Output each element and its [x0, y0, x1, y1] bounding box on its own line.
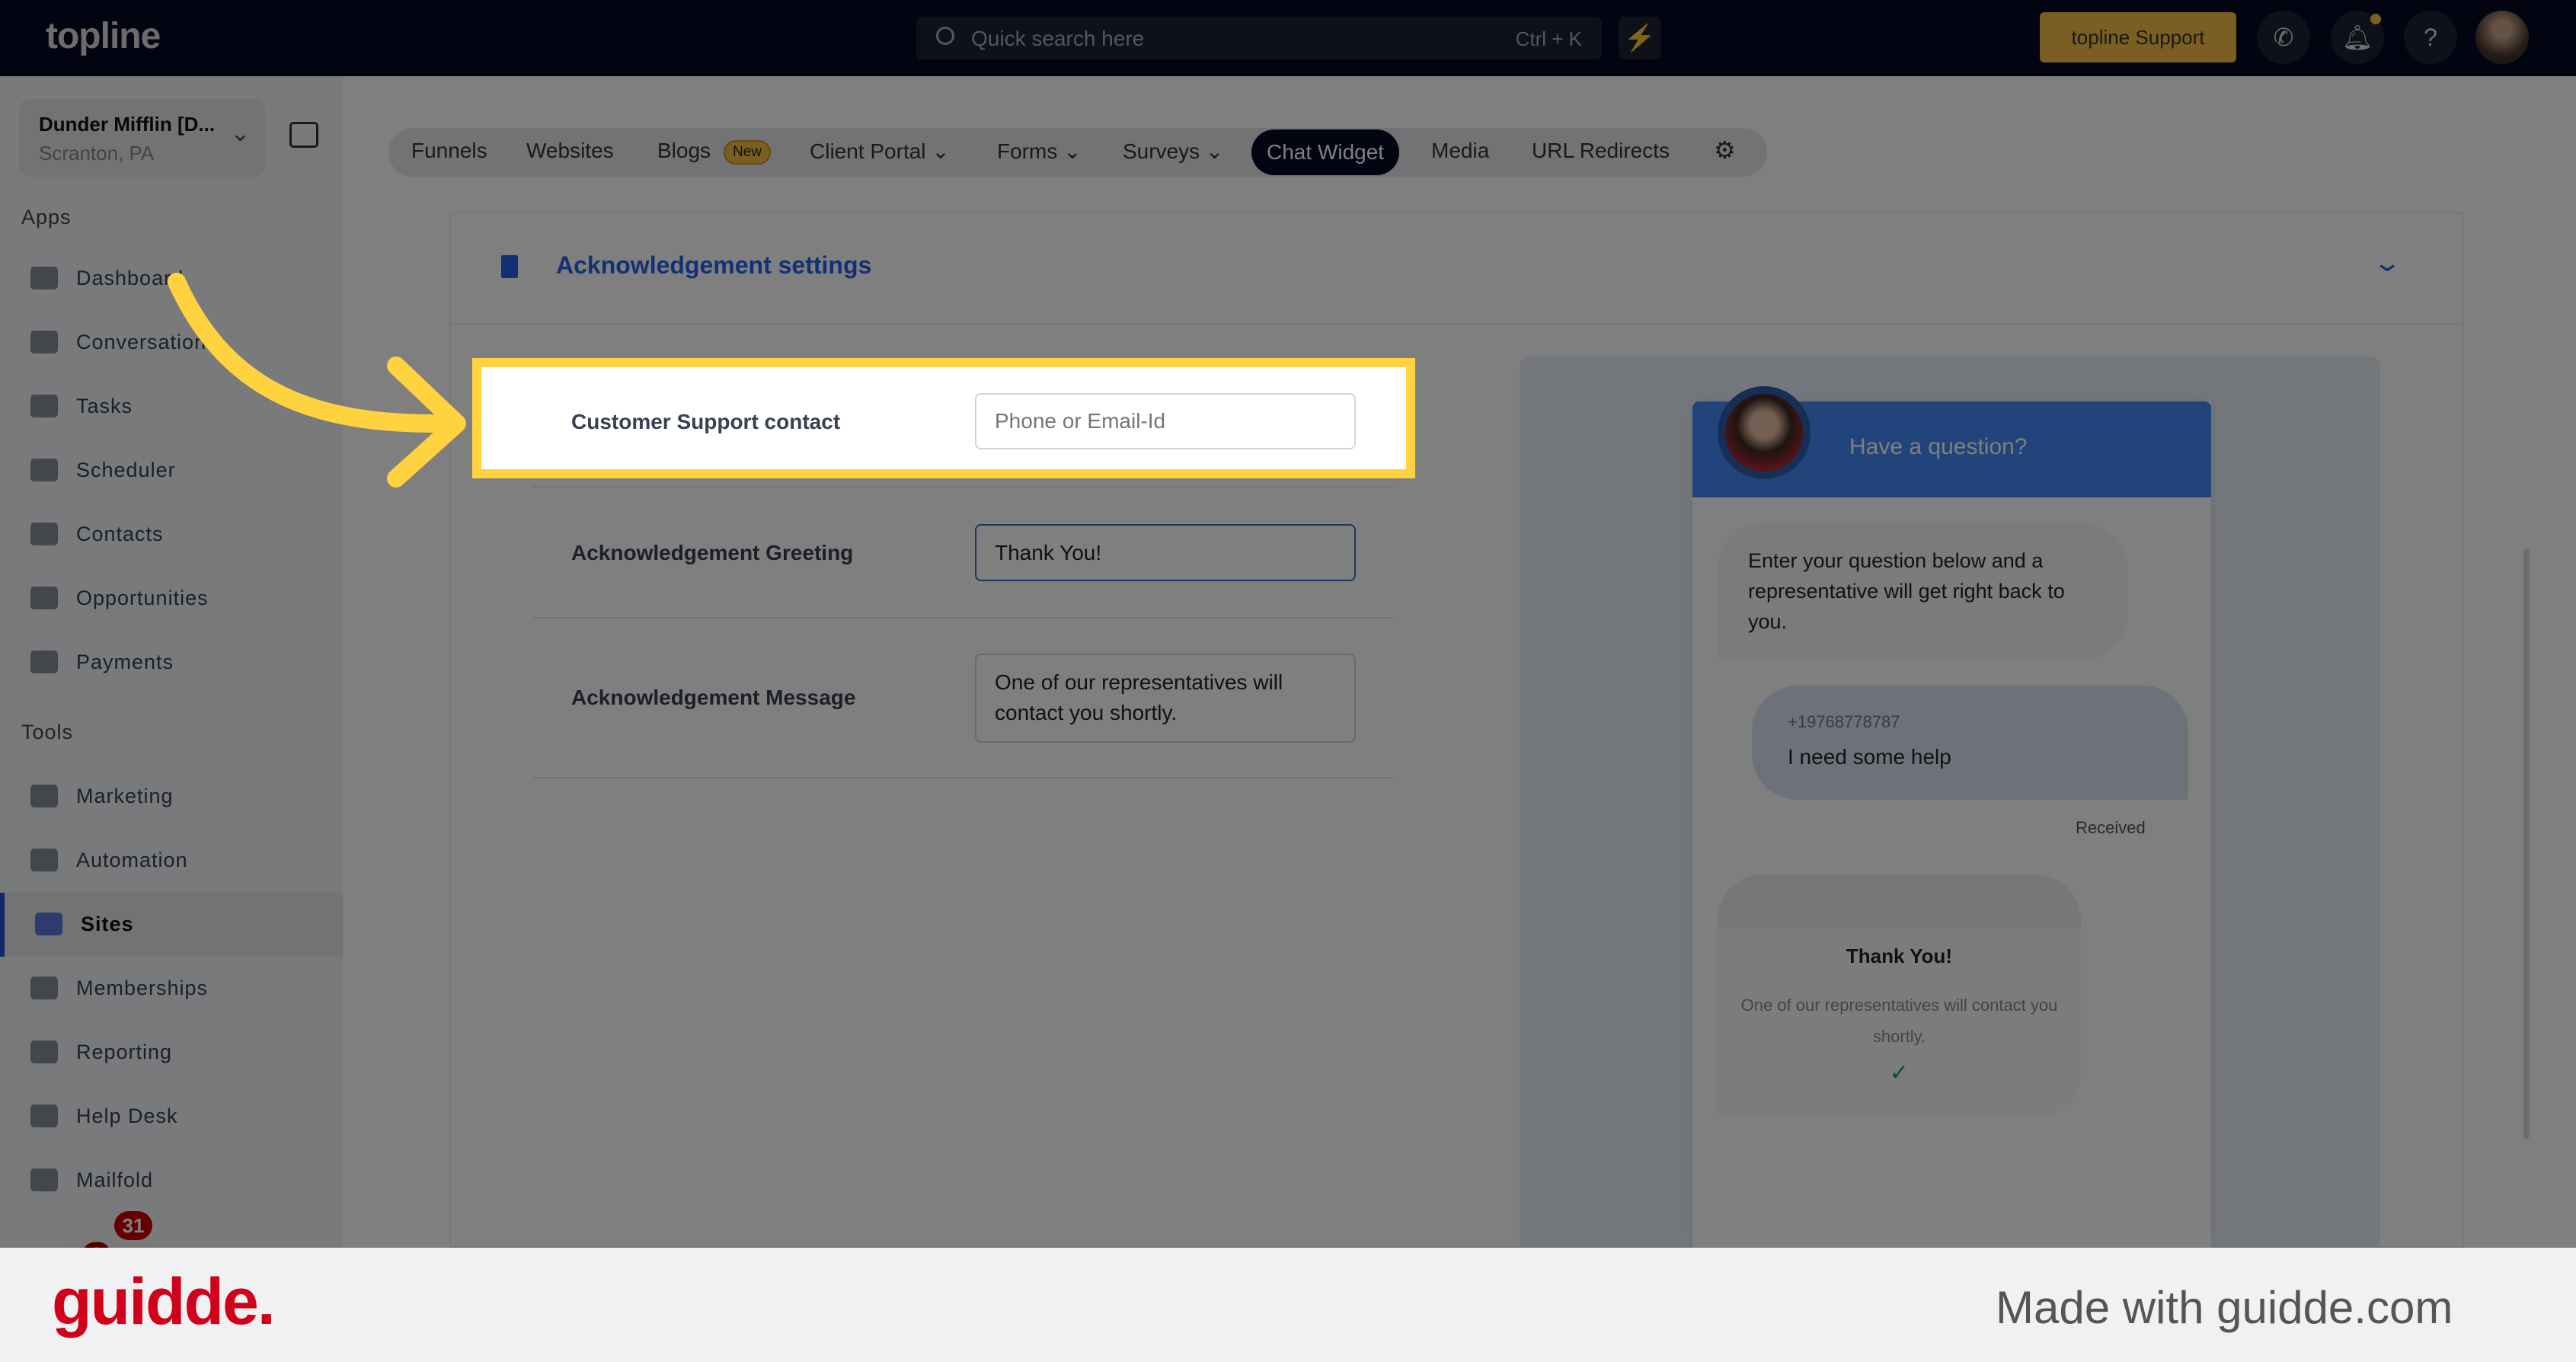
customer-support-label: Customer Support contact	[571, 410, 841, 433]
made-with-text: Made with guidde.com	[1996, 1282, 2453, 1333]
guidde-logo: guidde.	[52, 1265, 276, 1338]
footer: guidde. Made with guidde.com	[0, 1248, 2576, 1362]
pointer-arrow-icon	[168, 273, 466, 488]
customer-support-input[interactable]	[975, 393, 1356, 449]
highlight-box: Customer Support contact	[472, 358, 1415, 478]
